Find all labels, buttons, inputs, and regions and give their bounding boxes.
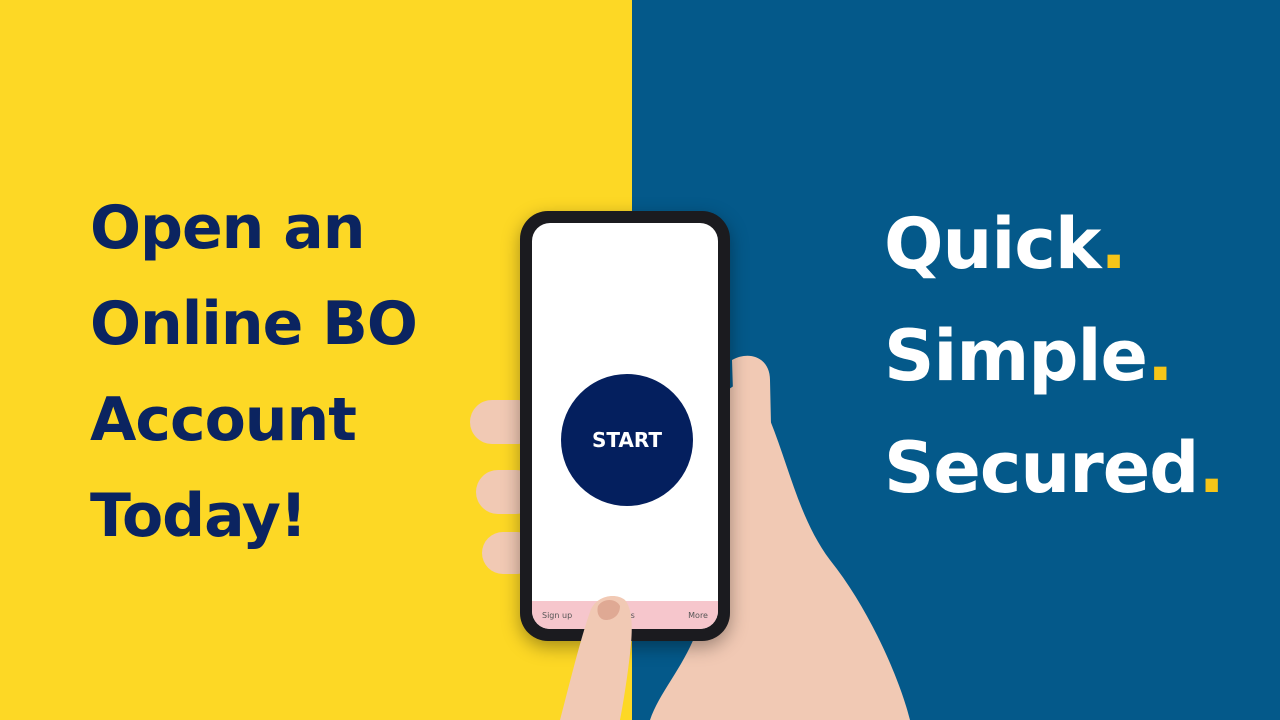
nav-item-sign-up[interactable]: Sign up [542, 611, 572, 620]
start-button-label: START [591, 428, 663, 452]
start-button[interactable]: START [561, 374, 693, 506]
smartphone: START Sign up ns More [520, 211, 730, 641]
nav-item-more[interactable]: More [688, 611, 708, 620]
phone-screen: START Sign up ns More [532, 223, 718, 629]
nav-item-middle[interactable]: ns [626, 611, 635, 620]
phone-bottom-nav: Sign up ns More [532, 601, 718, 629]
